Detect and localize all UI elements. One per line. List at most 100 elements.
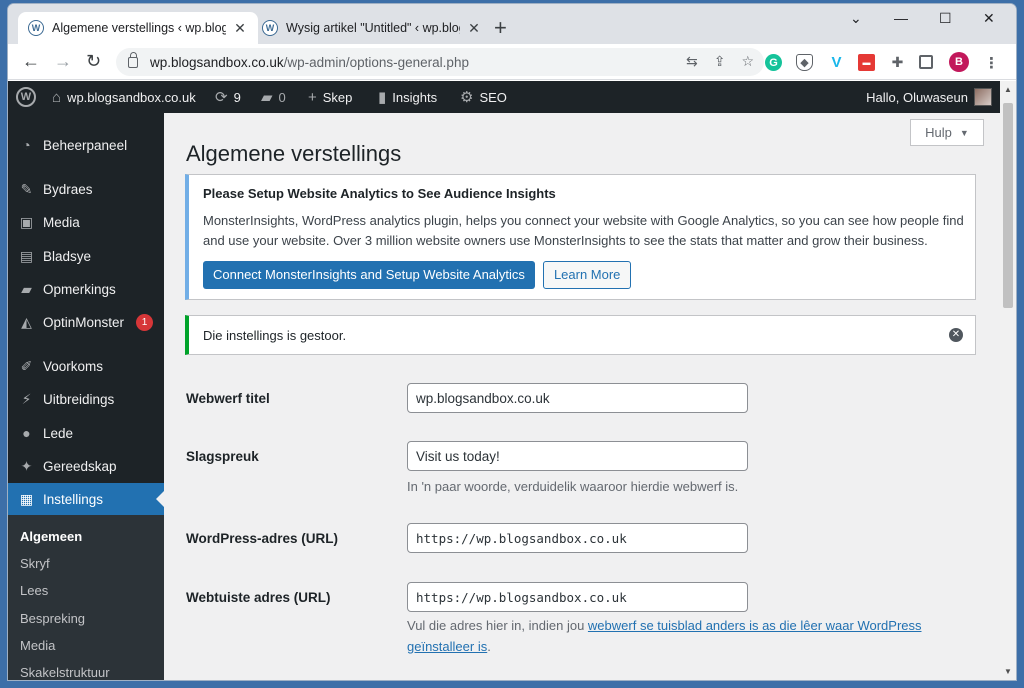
sidebar-item-settings[interactable]: ▦ Instellings — [8, 483, 164, 515]
page-title: Algemene verstellings — [186, 141, 402, 166]
saved-message: Die instellings is gestoor. — [203, 327, 347, 343]
caret-down-icon: ▼ — [959, 127, 969, 138]
tab-search-icon[interactable]: ⌄ — [850, 10, 862, 27]
wordpress-address-label: WordPress-adres (URL) — [186, 531, 339, 546]
sidebar-item-label: Opmerkings — [43, 281, 116, 297]
submenu-item-permalinks[interactable]: Skakelstruktuur — [20, 665, 110, 680]
help-button[interactable]: Hulp ▼ — [910, 119, 984, 146]
site-name-link[interactable]: ⌂ wp.blogsandbox.co.uk — [52, 81, 196, 113]
scroll-down-icon[interactable]: ▼ — [1004, 667, 1012, 676]
sidebar-item-users[interactable]: ● Lede — [8, 417, 164, 449]
plugin-icon: ⚡ — [21, 390, 32, 407]
tab-general-settings[interactable]: W Algemene verstellings ‹ wp.blogs ✕ — [18, 12, 258, 44]
reload-icon[interactable]: ↻ — [86, 52, 101, 70]
new-content-link[interactable]: + Skep — [308, 81, 352, 113]
seo-gear-icon: ⚙ — [460, 89, 474, 106]
scroll-up-icon[interactable]: ▲ — [1004, 85, 1012, 94]
sidebar-item-plugins[interactable]: ⚡ Uitbreidings — [8, 383, 164, 415]
desc-text-end: . — [487, 639, 491, 654]
minimize-icon[interactable]: — — [894, 10, 908, 26]
extensions-puzzle-icon[interactable]: ✚ — [889, 54, 906, 71]
sidebar-item-dashboard[interactable]: ◔ Beheerpaneel — [8, 129, 164, 161]
connect-monsterinsights-button[interactable]: Connect MonsterInsights and Setup Websit… — [203, 261, 535, 289]
desc-text: Vul die adres hier in, indien jou — [407, 618, 588, 633]
sidebar-item-label: Gereedskap — [43, 458, 117, 474]
red-extension-icon[interactable]: ▬ — [858, 54, 875, 71]
wordpress-logo-icon: W — [16, 87, 36, 107]
sidebar-item-optinmonster[interactable]: ◭ OptinMonster 1 — [8, 306, 164, 338]
sidebar-item-posts[interactable]: ✎ Bydraes — [8, 173, 164, 205]
shield-extension-icon[interactable]: ◆ — [796, 54, 813, 71]
submenu-item-discussion[interactable]: Bespreking — [20, 611, 85, 626]
close-tab-icon[interactable]: ✕ — [232, 20, 248, 37]
pushpin-icon: ✎ — [20, 180, 33, 197]
site-title-input[interactable] — [407, 383, 748, 413]
notice-body: MonsterInsights, WordPress analytics plu… — [203, 213, 964, 248]
sidebar-item-label: Lede — [43, 425, 74, 441]
side-panel-icon[interactable] — [919, 55, 933, 69]
settings-saved-notice: Die instellings is gestoor. ✕ — [185, 315, 976, 355]
home-icon: ⌂ — [52, 88, 62, 106]
help-label: Hulp — [925, 125, 952, 140]
sidebar-item-label: Media — [43, 214, 80, 230]
address-bar[interactable]: wp.blogsandbox.co.uk/wp-admin/options-ge… — [116, 48, 764, 76]
submenu-item-media[interactable]: Media — [20, 638, 55, 653]
url-path: /wp-admin/options-general.php — [283, 54, 469, 70]
vimeo-extension-icon[interactable]: V — [828, 54, 845, 71]
dismiss-icon[interactable]: ✕ — [949, 328, 963, 342]
share-icon[interactable]: ⇪ — [714, 53, 726, 70]
grammarly-extension-icon[interactable]: G — [765, 54, 782, 71]
profile-avatar[interactable]: B — [949, 52, 969, 72]
seo-link[interactable]: ⚙ SEO — [460, 81, 507, 113]
tagline-description: In 'n paar woorde, verduidelik waaroor h… — [407, 479, 739, 494]
submenu-item-reading[interactable]: Lees — [20, 583, 48, 598]
browser-window: W Algemene verstellings ‹ wp.blogs ✕ W W… — [8, 4, 1016, 680]
sidebar-item-label: Bydraes — [43, 181, 93, 197]
user-avatar — [974, 88, 992, 106]
tagline-input[interactable] — [407, 441, 748, 471]
comments-count: 0 — [278, 89, 286, 105]
bar-chart-icon: ▮ — [378, 89, 387, 106]
close-window-icon[interactable]: ✕ — [983, 10, 995, 27]
sidebar-item-tools[interactable]: ✦ Gereedskap — [8, 450, 164, 482]
sidebar-item-pages[interactable]: ▤ Bladsye — [8, 240, 164, 272]
submenu-item-general[interactable]: Algemeen — [20, 529, 82, 544]
notification-badge: 1 — [136, 313, 154, 331]
wrench-icon: ✦ — [20, 457, 33, 474]
new-tab-button[interactable]: + — [494, 17, 507, 39]
brush-icon: ✐ — [20, 357, 33, 374]
learn-more-button[interactable]: Learn More — [542, 261, 632, 289]
translate-icon[interactable]: ⇆ — [686, 53, 698, 70]
bookmark-star-icon[interactable]: ☆ — [741, 53, 754, 70]
sidebar-item-comments[interactable]: ▰ Opmerkings — [8, 273, 164, 305]
page-scrollbar[interactable]: ▲ ▼ — [1000, 81, 1016, 680]
sidebar-item-label: Beheerpaneel — [43, 137, 128, 153]
insights-link[interactable]: ▮ Insights — [378, 81, 437, 113]
maximize-icon[interactable]: ☐ — [939, 10, 952, 27]
updates-icon: ⟳ — [215, 89, 228, 106]
sidebar-item-label: Bladsye — [43, 248, 92, 264]
notice-title: Please Setup Website Analytics to See Au… — [203, 186, 556, 201]
my-account-link[interactable]: Hallo, Oluwaseun — [866, 81, 992, 113]
seo-label: SEO — [479, 89, 507, 105]
updates-link[interactable]: ⟳ 9 — [215, 81, 241, 113]
wordpress-address-input[interactable] — [407, 523, 748, 553]
settings-icon: ▦ — [19, 490, 34, 507]
sidebar-item-appearance[interactable]: ✐ Voorkoms — [8, 350, 164, 382]
forward-icon[interactable]: → — [54, 52, 72, 70]
plus-icon: + — [308, 88, 317, 106]
page-icon: ▤ — [19, 247, 34, 264]
scrollbar-thumb[interactable] — [1003, 103, 1013, 308]
comments-link[interactable]: ▰ 0 — [261, 81, 286, 113]
analytics-notice: Please Setup Website Analytics to See Au… — [185, 174, 976, 300]
submenu-item-writing[interactable]: Skryf — [20, 556, 50, 571]
tab-edit-article[interactable]: W Wysig artikel "Untitled" ‹ wp.blog ✕ — [252, 12, 492, 44]
site-address-input[interactable] — [407, 582, 748, 612]
back-icon[interactable]: ← — [22, 52, 40, 70]
sidebar-item-media[interactable]: ▣ Media — [8, 206, 164, 238]
wp-logo-menu[interactable]: W — [16, 81, 36, 113]
close-tab-icon[interactable]: ✕ — [466, 20, 482, 37]
tab-title: Algemene verstellings ‹ wp.blogs — [52, 21, 226, 35]
site-name: wp.blogsandbox.co.uk — [67, 89, 196, 105]
browser-menu-icon[interactable]: ⋮ — [983, 54, 1000, 72]
